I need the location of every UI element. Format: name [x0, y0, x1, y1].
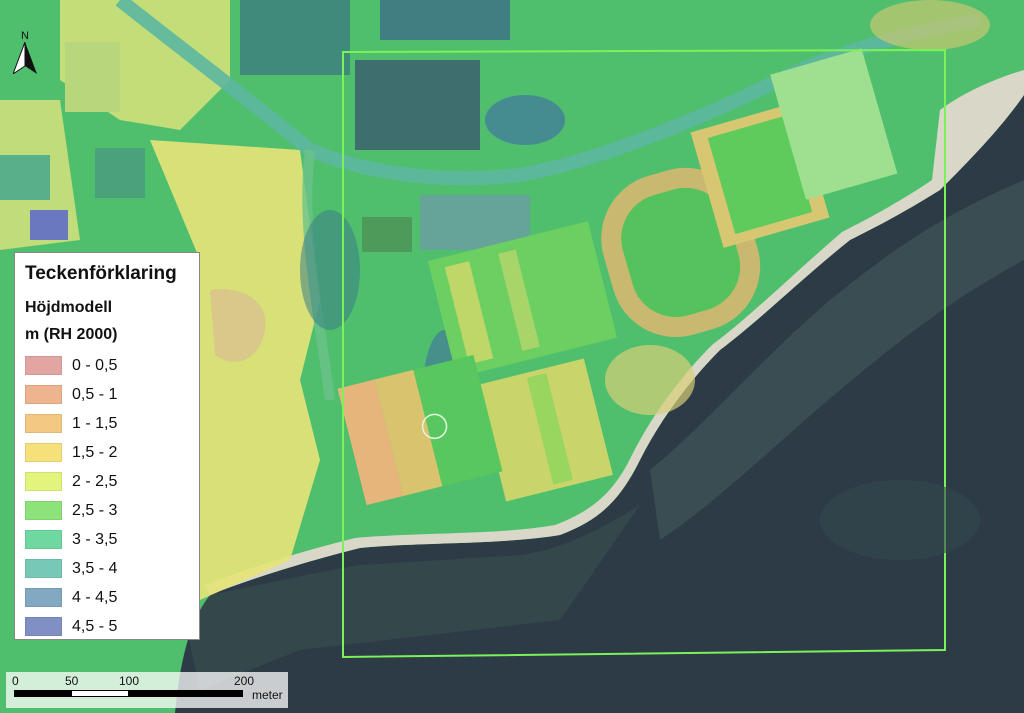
- legend-swatch: [25, 530, 62, 549]
- legend-item-label: 2 - 2,5: [72, 472, 118, 490]
- building-3: [355, 60, 480, 150]
- legend-item: 3 - 3,5: [25, 525, 117, 554]
- vegetation-blue-2: [300, 210, 360, 330]
- vegetation-yellow-2: [605, 345, 695, 415]
- scale-tick-200: 200: [234, 674, 255, 688]
- scale-bar: 0 50 100 200 meter: [6, 672, 288, 708]
- legend-swatch: [25, 443, 62, 462]
- building-4: [95, 148, 145, 198]
- vegetation-yellow: [870, 0, 990, 50]
- scale-tick-100: 100: [119, 674, 140, 688]
- legend-swatch: [25, 385, 62, 404]
- legend-swatch: [25, 414, 62, 433]
- legend-item-label: 0 - 0,5: [72, 356, 118, 374]
- vegetation-blue-1: [485, 95, 565, 145]
- legend-swatch: [25, 472, 62, 491]
- legend-title: Teckenförklaring: [25, 263, 177, 284]
- building-1: [240, 0, 350, 75]
- legend-swatch: [25, 501, 62, 520]
- legend-item-label: 2,5 - 3: [72, 501, 118, 519]
- legend-item-label: 3,5 - 4: [72, 559, 118, 577]
- legend-item-label: 1 - 1,5: [72, 414, 118, 432]
- building-6: [65, 42, 120, 112]
- legend-item: 0 - 0,5: [25, 351, 117, 380]
- scale-segment-1: [14, 690, 72, 697]
- legend-item-label: 3 - 3,5: [72, 530, 118, 548]
- legend-item: 0,5 - 1: [25, 380, 117, 409]
- legend-swatch: [25, 588, 62, 607]
- legend-item: 2 - 2,5: [25, 467, 117, 496]
- legend-item: 1,5 - 2: [25, 438, 117, 467]
- legend-item-label: 0,5 - 1: [72, 385, 118, 403]
- legend-item-label: 4,5 - 5: [72, 617, 118, 635]
- building-5: [0, 155, 50, 200]
- legend-item: 4,5 - 5: [25, 612, 117, 641]
- legend-item: 4 - 4,5: [25, 583, 117, 612]
- legend-layer-name: Höjdmodell: [25, 299, 113, 316]
- legend-item-label: 1,5 - 2: [72, 443, 118, 461]
- legend-item-label: 4 - 4,5: [72, 588, 118, 606]
- legend-panel: Teckenförklaring Höjdmodell m (RH 2000) …: [14, 252, 200, 640]
- seabed-patch: [820, 480, 980, 560]
- scale-tick-50: 50: [65, 674, 79, 688]
- legend-item: 1 - 1,5: [25, 409, 117, 438]
- north-arrow: N: [10, 30, 40, 76]
- north-label: N: [21, 30, 29, 42]
- legend-unit: m (RH 2000): [25, 326, 118, 343]
- scale-unit: meter: [252, 688, 283, 702]
- legend-items: 0 - 0,5 0,5 - 1 1 - 1,5 1,5 - 2 2 - 2,5 …: [25, 351, 117, 641]
- scale-segment-3: [128, 690, 243, 697]
- building-2: [380, 0, 510, 40]
- legend-swatch: [25, 559, 62, 578]
- scale-tick-0: 0: [12, 674, 19, 688]
- legend-swatch: [25, 617, 62, 636]
- legend-item: 3,5 - 4: [25, 554, 117, 583]
- building-7: [362, 217, 412, 252]
- legend-item: 2,5 - 3: [25, 496, 117, 525]
- scale-segment-2: [71, 690, 129, 697]
- north-arrow-icon: [13, 42, 37, 74]
- legend-swatch: [25, 356, 62, 375]
- building-8: [30, 210, 68, 240]
